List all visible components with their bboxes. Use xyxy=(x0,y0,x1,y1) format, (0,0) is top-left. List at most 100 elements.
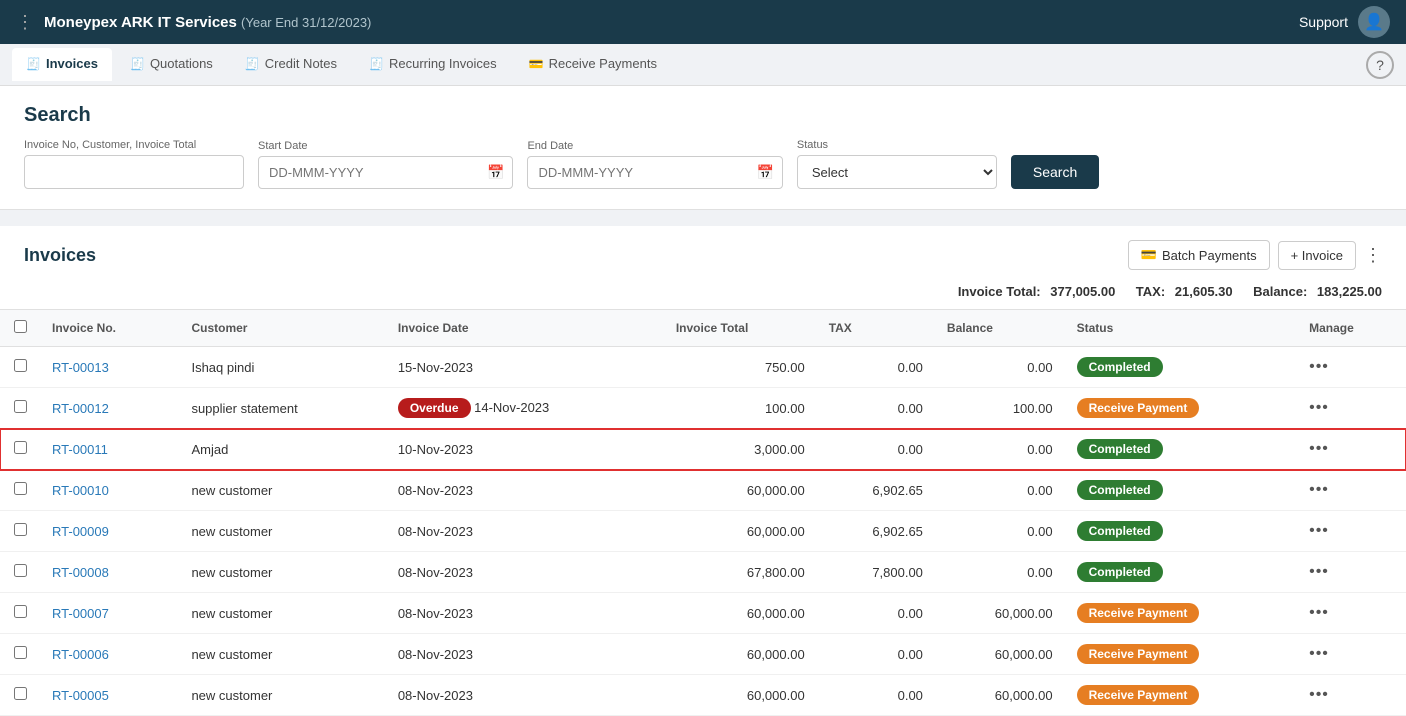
tab-bar: 🧾 Invoices 🧾 Quotations 🧾 Credit Notes 🧾… xyxy=(0,44,1406,86)
manage-dots-button[interactable]: ••• xyxy=(1309,358,1329,375)
manage-dots-button[interactable]: ••• xyxy=(1309,440,1329,457)
batch-payments-label: Batch Payments xyxy=(1162,248,1257,263)
row-tax: 6,902.65 xyxy=(817,511,935,552)
tab-receive-payments[interactable]: 💳 Receive Payments xyxy=(515,48,671,81)
help-button[interactable]: ? xyxy=(1366,51,1394,79)
row-invoice-no: RT-00006 xyxy=(40,634,179,675)
row-checkbox[interactable] xyxy=(14,482,27,495)
status-badge: Receive Payment xyxy=(1077,398,1200,418)
invoice-link[interactable]: RT-00012 xyxy=(52,401,109,416)
app-title: Moneypex ARK IT Services (Year End 31/12… xyxy=(44,14,371,31)
more-options-button[interactable]: ⋮ xyxy=(1364,245,1382,266)
end-date-input[interactable] xyxy=(528,158,748,187)
table-header: Invoice No. Customer Invoice Date Invoic… xyxy=(0,310,1406,347)
status-badge: Completed xyxy=(1077,439,1163,459)
status-select[interactable]: Select Completed Overdue Receive Payment xyxy=(797,155,997,189)
batch-payments-button[interactable]: 💳 Batch Payments xyxy=(1128,240,1270,270)
invoice-link[interactable]: RT-00009 xyxy=(52,524,109,539)
row-customer: Ishaq pindi xyxy=(179,347,385,388)
invoice-link[interactable]: RT-00005 xyxy=(52,688,109,703)
row-total: 60,000.00 xyxy=(664,470,817,511)
row-date: 10-Nov-2023 xyxy=(386,429,664,470)
row-checkbox[interactable] xyxy=(14,359,27,372)
avatar[interactable]: 👤 xyxy=(1358,6,1390,38)
tab-invoices[interactable]: 🧾 Invoices xyxy=(12,48,112,81)
select-all-checkbox[interactable] xyxy=(14,320,27,333)
start-date-input[interactable] xyxy=(259,158,479,187)
invoice-link[interactable]: RT-00011 xyxy=(52,442,108,457)
row-date: 08-Nov-2023 xyxy=(386,511,664,552)
totals-row: Invoice Total: 377,005.00 TAX: 21,605.30… xyxy=(0,280,1406,309)
invoices-header: Invoices 💳 Batch Payments + Invoice ⋮ xyxy=(0,226,1406,280)
row-customer: new customer xyxy=(179,593,385,634)
search-button[interactable]: Search xyxy=(1011,155,1099,189)
table-row: RT-00012 supplier statement Overdue 14-N… xyxy=(0,388,1406,429)
row-customer: new customer xyxy=(179,675,385,716)
end-date-calendar-icon[interactable]: 📅 xyxy=(748,157,781,188)
row-customer: new customer xyxy=(179,634,385,675)
invoice-link[interactable]: RT-00013 xyxy=(52,360,109,375)
invoice-link[interactable]: RT-00007 xyxy=(52,606,109,621)
invoice-link[interactable]: RT-00010 xyxy=(52,483,109,498)
add-invoice-label: + Invoice xyxy=(1291,248,1343,263)
row-total: 750.00 xyxy=(664,347,817,388)
row-total: 3,000.00 xyxy=(664,429,817,470)
invoices-section: Invoices 💳 Batch Payments + Invoice ⋮ In… xyxy=(0,226,1406,716)
row-balance: 60,000.00 xyxy=(935,634,1065,675)
tab-recurring-invoices[interactable]: 🧾 Recurring Invoices xyxy=(355,48,511,81)
invoice-search-group: Invoice No, Customer, Invoice Total xyxy=(24,139,244,189)
manage-dots-button[interactable]: ••• xyxy=(1309,481,1329,498)
start-date-calendar-icon[interactable]: 📅 xyxy=(479,157,512,188)
row-invoice-no: RT-00009 xyxy=(40,511,179,552)
row-status: Completed xyxy=(1065,347,1298,388)
row-customer: new customer xyxy=(179,511,385,552)
search-form: Invoice No, Customer, Invoice Total Star… xyxy=(24,139,1382,189)
row-checkbox-cell xyxy=(0,388,40,429)
nav-menu-icon[interactable]: ⋮ xyxy=(16,12,34,33)
tab-credit-notes[interactable]: 🧾 Credit Notes xyxy=(231,48,351,81)
row-checkbox[interactable] xyxy=(14,646,27,659)
row-manage: ••• xyxy=(1297,347,1406,388)
manage-dots-button[interactable]: ••• xyxy=(1309,563,1329,580)
add-invoice-button[interactable]: + Invoice xyxy=(1278,241,1356,270)
row-manage: ••• xyxy=(1297,429,1406,470)
row-checkbox[interactable] xyxy=(14,523,27,536)
manage-dots-button[interactable]: ••• xyxy=(1309,399,1329,416)
table-row: RT-00007 new customer 08-Nov-2023 60,000… xyxy=(0,593,1406,634)
table-row: RT-00008 new customer 08-Nov-2023 67,800… xyxy=(0,552,1406,593)
row-checkbox-cell xyxy=(0,552,40,593)
invoice-link[interactable]: RT-00006 xyxy=(52,647,109,662)
header-customer: Customer xyxy=(179,310,385,347)
table-row: RT-00005 new customer 08-Nov-2023 60,000… xyxy=(0,675,1406,716)
row-checkbox[interactable] xyxy=(14,687,27,700)
manage-dots-button[interactable]: ••• xyxy=(1309,604,1329,621)
table-row: RT-00006 new customer 08-Nov-2023 60,000… xyxy=(0,634,1406,675)
header-invoice-total: Invoice Total xyxy=(664,310,817,347)
invoice-total-value: 377,005.00 xyxy=(1050,284,1115,299)
manage-dots-button[interactable]: ••• xyxy=(1309,686,1329,703)
row-status: Receive Payment xyxy=(1065,634,1298,675)
balance-value: 183,225.00 xyxy=(1317,284,1382,299)
row-customer: new customer xyxy=(179,552,385,593)
row-checkbox[interactable] xyxy=(14,400,27,413)
tab-quotations[interactable]: 🧾 Quotations xyxy=(116,48,227,81)
invoices-title: Invoices xyxy=(24,245,96,266)
row-checkbox-cell xyxy=(0,470,40,511)
manage-dots-button[interactable]: ••• xyxy=(1309,645,1329,662)
invoice-search-input[interactable] xyxy=(24,155,244,189)
invoice-link[interactable]: RT-00008 xyxy=(52,565,109,580)
credit-notes-tab-icon: 🧾 xyxy=(245,57,260,71)
row-invoice-no: RT-00007 xyxy=(40,593,179,634)
status-label: Status xyxy=(797,139,997,151)
manage-dots-button[interactable]: ••• xyxy=(1309,522,1329,539)
table-row: RT-00009 new customer 08-Nov-2023 60,000… xyxy=(0,511,1406,552)
row-checkbox[interactable] xyxy=(14,441,27,454)
top-nav: ⋮ Moneypex ARK IT Services (Year End 31/… xyxy=(0,0,1406,44)
invoice-search-label: Invoice No, Customer, Invoice Total xyxy=(24,139,244,151)
table-row: RT-00010 new customer 08-Nov-2023 60,000… xyxy=(0,470,1406,511)
row-date: 15-Nov-2023 xyxy=(386,347,664,388)
row-balance: 100.00 xyxy=(935,388,1065,429)
row-checkbox[interactable] xyxy=(14,564,27,577)
header-balance: Balance xyxy=(935,310,1065,347)
row-checkbox[interactable] xyxy=(14,605,27,618)
